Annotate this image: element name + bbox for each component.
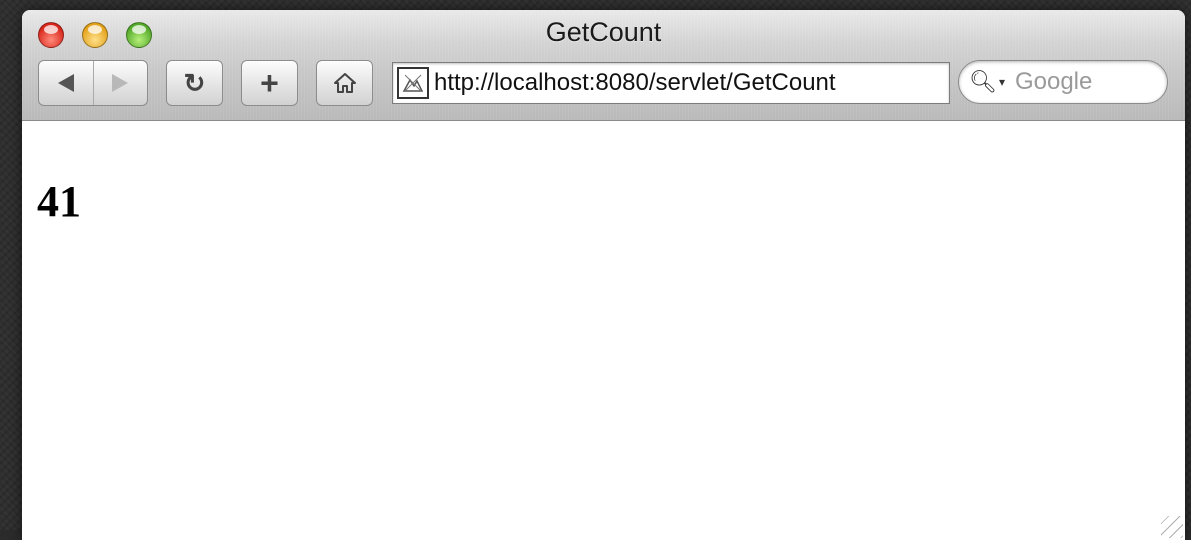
- search-engine-dropdown-icon[interactable]: ▾: [999, 75, 1005, 89]
- search-icon: 🔍︎: [969, 69, 997, 94]
- forward-button[interactable]: [92, 61, 147, 105]
- resize-grip-icon[interactable]: [1161, 516, 1183, 538]
- back-button[interactable]: [39, 61, 93, 105]
- home-icon: [333, 73, 356, 93]
- home-button[interactable]: [316, 60, 373, 106]
- browser-toolbar: GetCount ↻ + http://localhost:8080/servl…: [22, 10, 1185, 121]
- url-text[interactable]: http://localhost:8080/servlet/GetCount: [434, 69, 836, 97]
- add-bookmark-button[interactable]: +: [241, 60, 298, 106]
- forward-arrow-icon: [112, 74, 129, 92]
- page-favicon-icon: [397, 67, 429, 99]
- back-arrow-icon: [57, 74, 74, 92]
- plus-icon: +: [260, 64, 279, 101]
- page-content: 41: [22, 122, 1185, 540]
- reload-button[interactable]: ↻: [166, 60, 223, 106]
- count-value: 41: [37, 177, 81, 226]
- search-field[interactable]: 🔍︎ ▾: [958, 60, 1168, 104]
- browser-window: GetCount ↻ + http://localhost:8080/servl…: [22, 10, 1185, 540]
- window-title: GetCount: [545, 17, 662, 47]
- reload-icon: ↻: [183, 67, 206, 98]
- back-forward-buttons: [38, 60, 148, 106]
- search-input[interactable]: [1014, 68, 1155, 96]
- address-bar[interactable]: http://localhost:8080/servlet/GetCount: [392, 62, 950, 104]
